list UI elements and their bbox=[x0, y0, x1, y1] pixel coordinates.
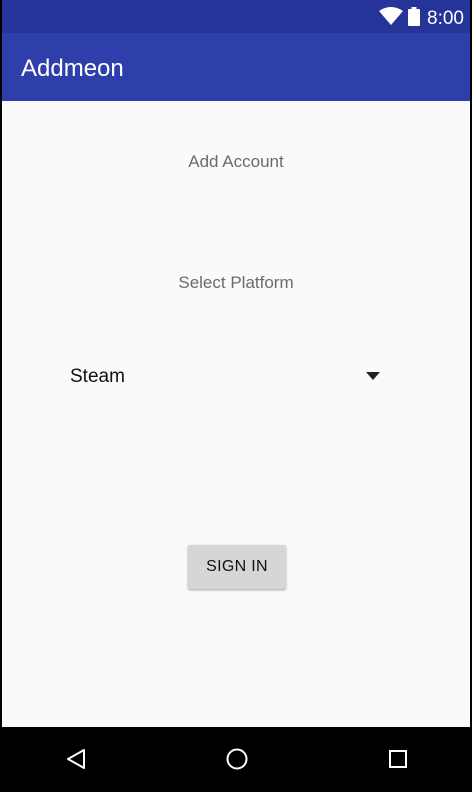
dropdown-arrow-icon bbox=[366, 372, 380, 380]
navigation-bar bbox=[2, 727, 470, 792]
app-screen: 8:00 Addmeon Add Account Select Platform… bbox=[2, 0, 470, 792]
status-time: 8:00 bbox=[427, 8, 464, 29]
add-account-heading: Add Account bbox=[188, 152, 284, 171]
platform-spinner[interactable]: Steam bbox=[60, 356, 390, 396]
wifi-icon bbox=[379, 7, 403, 25]
back-icon[interactable] bbox=[61, 744, 91, 774]
sign-in-button[interactable]: SIGN IN bbox=[188, 545, 286, 589]
platform-spinner-value: Steam bbox=[70, 366, 125, 387]
app-bar: Addmeon bbox=[2, 33, 470, 101]
app-title: Addmeon bbox=[21, 55, 124, 82]
select-platform-label: Select Platform bbox=[178, 273, 294, 292]
status-bar: 8:00 bbox=[2, 0, 470, 33]
recents-icon[interactable] bbox=[383, 744, 413, 774]
battery-icon bbox=[408, 7, 420, 26]
home-icon[interactable] bbox=[222, 744, 252, 774]
